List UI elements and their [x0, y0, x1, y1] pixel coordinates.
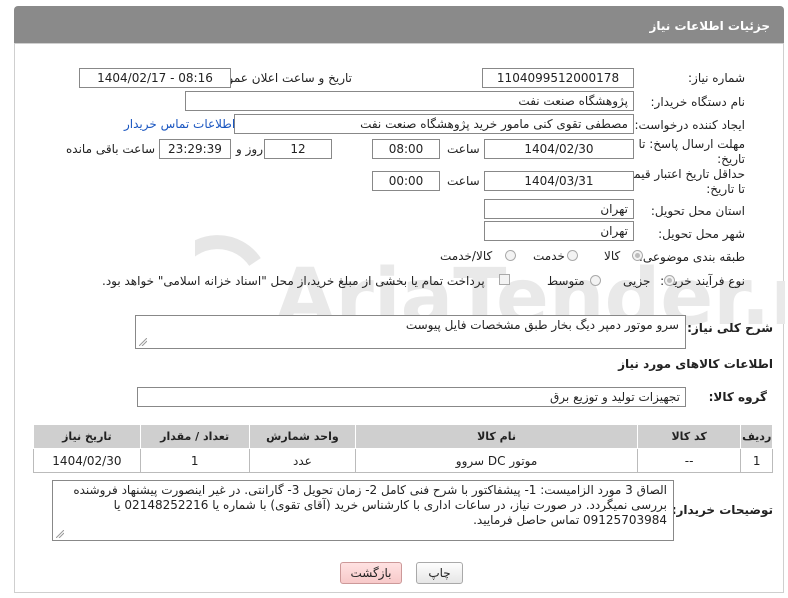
buyer-contact-link[interactable]: اطلاعات تماس خریدار [124, 117, 235, 131]
announce-field[interactable]: 1404/02/17 - 08:16 [79, 68, 231, 88]
cell-need-date: 1404/02/30 [33, 448, 141, 473]
table-row: 1 -- موتور DC سروو عدد 1 1404/02/30 [33, 448, 773, 473]
resize-grip-icon[interactable] [56, 530, 64, 538]
page-title: جزئیات اطلاعات نیاز [649, 19, 770, 33]
remaining-label: ساعت باقی مانده [66, 142, 156, 156]
deadline-label-line2: تاریخ: [717, 152, 745, 166]
category-option-goods-service: کالا/خدمت [440, 249, 493, 263]
col-quantity: تعداد / مقدار [139, 424, 250, 449]
page-header: جزئیات اطلاعات نیاز [14, 6, 784, 43]
deadline-time-field[interactable]: 08:00 [372, 139, 440, 159]
buyer-notes-label: توضیحات خریدار: [671, 503, 773, 517]
cell-row: 1 [740, 448, 773, 473]
goods-group-field[interactable]: تجهیزات تولید و توزیع برق [137, 387, 686, 407]
cell-unit: عدد [248, 448, 357, 473]
cell-quantity: 1 [139, 448, 250, 473]
need-number-label: شماره نیاز: [688, 71, 745, 85]
cell-code: -- [636, 448, 742, 473]
process-radio-medium[interactable] [590, 275, 601, 286]
validity-label: حداقل تاریخ اعتبار قیمت: [618, 167, 745, 181]
validity-date-field[interactable]: 1404/03/31 [484, 171, 634, 191]
city-field[interactable]: تهران [484, 221, 634, 241]
col-row: ردیف [740, 424, 773, 449]
deadline-label: مهلت ارسال پاسخ: تا [638, 137, 745, 151]
city-label: شهر محل تحویل: [658, 227, 745, 241]
days-remaining-field[interactable]: 12 [264, 139, 332, 159]
validity-time-label: ساعت [447, 174, 480, 188]
goods-group-label: گروه کالا: [708, 390, 767, 404]
province-label: استان محل تحویل: [650, 204, 745, 218]
remaining-time-field[interactable]: 23:29:39 [159, 139, 231, 159]
deadline-time-label: ساعت [447, 142, 480, 156]
buyer-org-field[interactable]: پژوهشگاه صنعت نفت [185, 91, 634, 111]
creator-field[interactable]: مصطفی تقوی کنی مامور خرید پژوهشگاه صنعت … [234, 114, 634, 134]
cell-name: موتور DC سروو [355, 448, 638, 473]
col-name: نام کالا [355, 424, 638, 449]
treasury-payment-checkbox[interactable] [499, 274, 510, 285]
process-option-medium: متوسط [547, 274, 585, 288]
buyer-notes-text: الصاق 3 مورد الزامیست: 1- پیشفاکتور با ش… [73, 483, 667, 527]
need-number-field[interactable]: 1104099512000178 [482, 68, 634, 88]
description-label: شرح کلی نیاز: [687, 321, 773, 335]
category-option-goods: کالا [604, 249, 621, 263]
back-button[interactable]: بازگشت [340, 562, 402, 584]
category-radio-goods-service[interactable] [505, 250, 516, 261]
goods-table-header: ردیف کد کالا نام کالا واحد شمارش تعداد /… [33, 424, 773, 449]
validity-time-field[interactable]: 00:00 [372, 171, 440, 191]
process-radio-minor[interactable] [664, 275, 675, 286]
creator-label: ایجاد کننده درخواست: [634, 118, 745, 132]
col-unit: واحد شمارش [248, 424, 357, 449]
process-option-minor: جزیی [623, 274, 651, 288]
buyer-notes-field[interactable]: الصاق 3 مورد الزامیست: 1- پیشفاکتور با ش… [52, 480, 674, 541]
category-option-service: خدمت [533, 249, 565, 263]
treasury-payment-note: پرداخت تمام یا بخشی از مبلغ خرید،از محل … [102, 274, 485, 288]
goods-table: ردیف کد کالا نام کالا واحد شمارش تعداد /… [33, 424, 773, 473]
province-field[interactable]: تهران [484, 199, 634, 219]
description-field[interactable]: سرو موتور دمپر دیگ بخار طبق مشخصات فایل … [135, 315, 686, 349]
goods-section-title: اطلاعات کالاهای مورد نیاز [618, 357, 773, 371]
col-code: کد کالا [636, 424, 742, 449]
print-button[interactable]: چاپ [416, 562, 463, 584]
category-label: طبقه بندی موضوعی: [638, 250, 745, 264]
days-label: روز و [236, 142, 263, 156]
description-text: سرو موتور دمپر دیگ بخار طبق مشخصات فایل … [405, 318, 679, 332]
validity-label-line2: تا تاریخ: [706, 182, 745, 196]
category-radio-service[interactable] [567, 250, 578, 261]
category-radio-goods[interactable] [632, 250, 643, 261]
deadline-date-field[interactable]: 1404/02/30 [484, 139, 634, 159]
buyer-org-label: نام دستگاه خریدار: [650, 95, 746, 109]
resize-grip-icon[interactable] [139, 338, 147, 346]
col-need-date: تاریخ نیاز [33, 424, 141, 449]
